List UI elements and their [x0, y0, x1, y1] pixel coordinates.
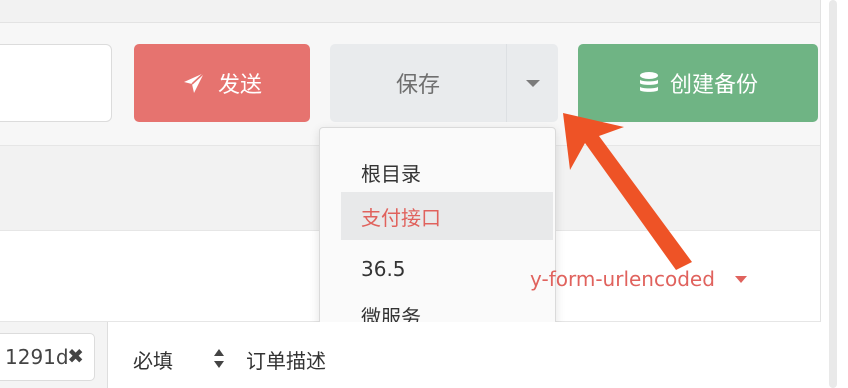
param-value-input[interactable]: 1291d ✖	[0, 333, 95, 381]
url-input[interactable]	[0, 44, 112, 122]
create-backup-button[interactable]: 创建备份	[578, 44, 818, 122]
backup-label: 创建备份	[669, 73, 758, 98]
save-button[interactable]: 保存	[330, 44, 506, 122]
caret-down-icon	[734, 275, 747, 283]
menu-item-label: 根目录	[361, 161, 421, 186]
sort-arrows-icon[interactable]	[214, 346, 226, 372]
content-type-select[interactable]: y-form-urlencoded	[530, 262, 820, 296]
description-label: 订单描述	[246, 349, 326, 373]
menu-item-label: 支付接口	[361, 205, 441, 230]
menu-item-label: 36.5	[361, 257, 406, 281]
database-icon	[638, 71, 660, 95]
param-value-text: 1291d	[5, 345, 69, 369]
top-strip	[0, 0, 820, 23]
send-button[interactable]: 发送	[134, 44, 310, 122]
save-dropdown-menu: 根目录 支付接口 36.5 微服务	[319, 127, 556, 351]
save-label: 保存	[395, 73, 440, 98]
close-icon[interactable]: ✖	[67, 344, 84, 368]
save-menu-toggle[interactable]	[506, 44, 558, 122]
required-label[interactable]: 必填	[133, 345, 173, 374]
menu-item-root[interactable]: 根目录	[341, 148, 553, 196]
menu-item-payment-api[interactable]: 支付接口	[341, 192, 553, 240]
scrollbar[interactable]	[820, 0, 848, 388]
menu-item-36-5[interactable]: 36.5	[341, 245, 553, 293]
content-type-label: y-form-urlencoded	[530, 267, 715, 291]
caret-down-icon	[525, 79, 540, 87]
paper-plane-icon	[182, 71, 206, 95]
scrollbar-thumb[interactable]	[829, 0, 837, 388]
send-label: 发送	[217, 73, 262, 98]
